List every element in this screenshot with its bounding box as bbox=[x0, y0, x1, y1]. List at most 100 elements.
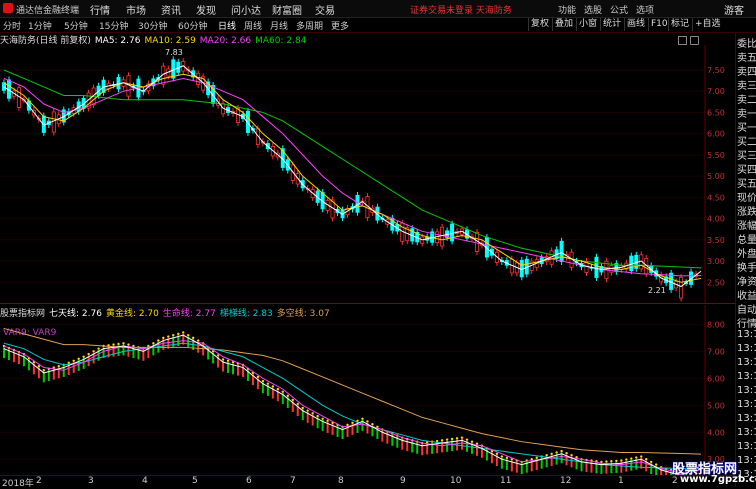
quote-panel-item[interactable]: 卖四 bbox=[737, 63, 756, 78]
mark-button[interactable]: 标记 bbox=[668, 18, 691, 31]
ind-dot bbox=[162, 336, 165, 340]
period-15min[interactable]: 15分钟 bbox=[99, 19, 128, 32]
quote-panel-item[interactable]: 13:1 bbox=[737, 329, 756, 340]
ind-dot bbox=[117, 342, 120, 346]
quote-panel-item[interactable]: 收益 bbox=[737, 287, 756, 302]
period-multi[interactable]: 多周期 bbox=[296, 19, 323, 32]
period-weekly[interactable]: 周线 bbox=[244, 19, 262, 32]
quote-panel-item[interactable]: 行情 bbox=[737, 315, 756, 330]
ind-dot bbox=[72, 359, 75, 362]
period-1min[interactable]: 1分钟 bbox=[28, 19, 52, 32]
fuquan-button[interactable]: 复权 bbox=[528, 18, 551, 31]
quote-panel-item[interactable]: 现价 bbox=[737, 189, 756, 204]
quote-panel-item[interactable]: 换手 bbox=[737, 259, 756, 274]
stats-button[interactable]: 统计 bbox=[600, 18, 623, 31]
quote-panel-item[interactable]: 13:1 bbox=[737, 385, 756, 396]
low-price-label: 2.21 bbox=[648, 286, 666, 295]
login-notice[interactable]: 证券交易未登录 天海防务 bbox=[410, 3, 512, 16]
quote-panel-item[interactable]: 委比 bbox=[737, 35, 756, 50]
ind-dot bbox=[42, 369, 46, 372]
quote-panel-item[interactable]: 13:1 bbox=[737, 343, 756, 354]
ind-dot bbox=[550, 452, 553, 456]
quote-panel-item[interactable]: 卖一 bbox=[737, 105, 756, 120]
overlay-button[interactable]: 叠加 bbox=[552, 18, 575, 31]
quote-panel-item[interactable]: 13:1 bbox=[737, 399, 756, 410]
menu-faxian[interactable]: 发现 bbox=[196, 2, 216, 17]
main-info-bar: 天海防务(日线 前复权) MA5: 2.76 MA10: 2.59 MA20: 2.6… bbox=[0, 33, 310, 46]
quote-panel-item[interactable]: 涨跌 bbox=[737, 203, 756, 218]
add-watchlist-button[interactable]: +自选 bbox=[692, 18, 723, 31]
quote-panel-item[interactable]: 13:1 bbox=[737, 427, 756, 438]
ind-dot bbox=[87, 352, 90, 356]
quote-panel-item[interactable]: 外盘 bbox=[737, 245, 756, 260]
pane-divider[interactable] bbox=[0, 303, 735, 304]
period-monthly[interactable]: 月线 bbox=[270, 19, 288, 32]
period-fenshi[interactable]: 分时 bbox=[3, 19, 21, 32]
period-daily[interactable]: 日线 bbox=[218, 19, 236, 32]
quote-panel-item[interactable]: 13:1 bbox=[737, 413, 756, 424]
ind-dot bbox=[256, 375, 260, 379]
ind-dot bbox=[366, 420, 369, 423]
ind-tick: 5.00 bbox=[707, 401, 725, 410]
quote-panel-item[interactable]: 买二 bbox=[737, 133, 756, 148]
period-more[interactable]: 更多 bbox=[331, 19, 349, 32]
expand-icon[interactable] bbox=[690, 36, 699, 45]
menu-jiaoyi[interactable]: 交易 bbox=[315, 2, 335, 17]
date-tick: 12 bbox=[560, 476, 572, 486]
high-price-label: 7.83 bbox=[165, 48, 183, 57]
settings-icon[interactable] bbox=[678, 36, 687, 45]
quote-panel-item[interactable]: 卖二 bbox=[737, 91, 756, 106]
kline-chart[interactable]: 7.50 7.00 6.50 6.00 5.50 5.00 4.50 4.00 3.50 3.00… bbox=[0, 45, 735, 303]
period-30min[interactable]: 30分钟 bbox=[138, 19, 167, 32]
quote-panel-item[interactable]: 净资 bbox=[737, 273, 756, 288]
quote-panel-item[interactable]: 买一 bbox=[737, 119, 756, 134]
ind-dot bbox=[450, 437, 454, 441]
menu-wenxiaoda[interactable]: 问小达 bbox=[231, 2, 261, 17]
date-tick: 6 bbox=[246, 476, 252, 486]
ind-dot bbox=[177, 332, 180, 336]
quote-panel-item[interactable]: 买三 bbox=[737, 147, 756, 162]
draw-button[interactable]: 画线 bbox=[624, 18, 647, 31]
ind-dot bbox=[321, 417, 324, 420]
price-tick: 5.50 bbox=[707, 151, 725, 160]
period-60min[interactable]: 60分钟 bbox=[178, 19, 207, 32]
menu-xuangu[interactable]: 选股 bbox=[584, 3, 602, 16]
menu-hangqing[interactable]: 行情 bbox=[90, 2, 110, 17]
ind-dot bbox=[455, 437, 459, 440]
menu-caifuquan[interactable]: 财富圈 bbox=[272, 2, 302, 17]
ind-dot bbox=[266, 382, 270, 385]
quote-panel-item[interactable]: 13:1 bbox=[737, 357, 756, 368]
quote-panel-item[interactable]: 自动 bbox=[737, 301, 756, 316]
f10-button[interactable]: F10 bbox=[648, 18, 670, 31]
menu-shichang[interactable]: 市场 bbox=[126, 2, 146, 17]
quote-panel-item[interactable]: 卖三 bbox=[737, 77, 756, 92]
menu-zixun[interactable]: 资讯 bbox=[161, 2, 181, 17]
candle-body bbox=[126, 75, 131, 97]
price-tick: 5.00 bbox=[707, 172, 725, 181]
quote-panel-item[interactable]: 总量 bbox=[737, 231, 756, 246]
menu-xuanxiang[interactable]: 选项 bbox=[636, 3, 654, 16]
quote-panel-item[interactable]: 涨幅 bbox=[737, 217, 756, 232]
ind-series-ma20 bbox=[3, 342, 702, 470]
quote-panel-item[interactable]: 卖五 bbox=[737, 49, 756, 64]
date-tick: 5 bbox=[192, 476, 198, 486]
price-tick: 3.50 bbox=[707, 236, 725, 245]
quote-panel-item[interactable]: 买五 bbox=[737, 175, 756, 190]
date-axis: 2018年 2 3 4 5 6 7 8 9 10 11 12 1 2 bbox=[0, 475, 735, 489]
indicator-chart[interactable]: 8.007.006.005.004.003.00 bbox=[0, 305, 735, 475]
small-window-button[interactable]: 小窗 bbox=[576, 18, 599, 31]
guest-label[interactable]: 游客 bbox=[724, 2, 744, 17]
ind-dot bbox=[555, 451, 558, 454]
menu-gongshi[interactable]: 公式 bbox=[610, 3, 628, 16]
quote-panel-item[interactable]: 13:1 bbox=[737, 441, 756, 452]
ind-dot bbox=[605, 460, 608, 463]
quote-panel-item[interactable]: 买四 bbox=[737, 161, 756, 176]
ind-dot bbox=[261, 379, 265, 383]
date-tick: 2 bbox=[36, 476, 42, 486]
quote-panel-item[interactable]: 13:1 bbox=[737, 371, 756, 382]
watermark-url: www.7gpzb.com bbox=[680, 474, 756, 485]
period-5min[interactable]: 5分钟 bbox=[64, 19, 88, 32]
ind-dot bbox=[112, 343, 115, 346]
menu-gongneng[interactable]: 功能 bbox=[558, 3, 576, 16]
ind-dot bbox=[216, 354, 220, 357]
